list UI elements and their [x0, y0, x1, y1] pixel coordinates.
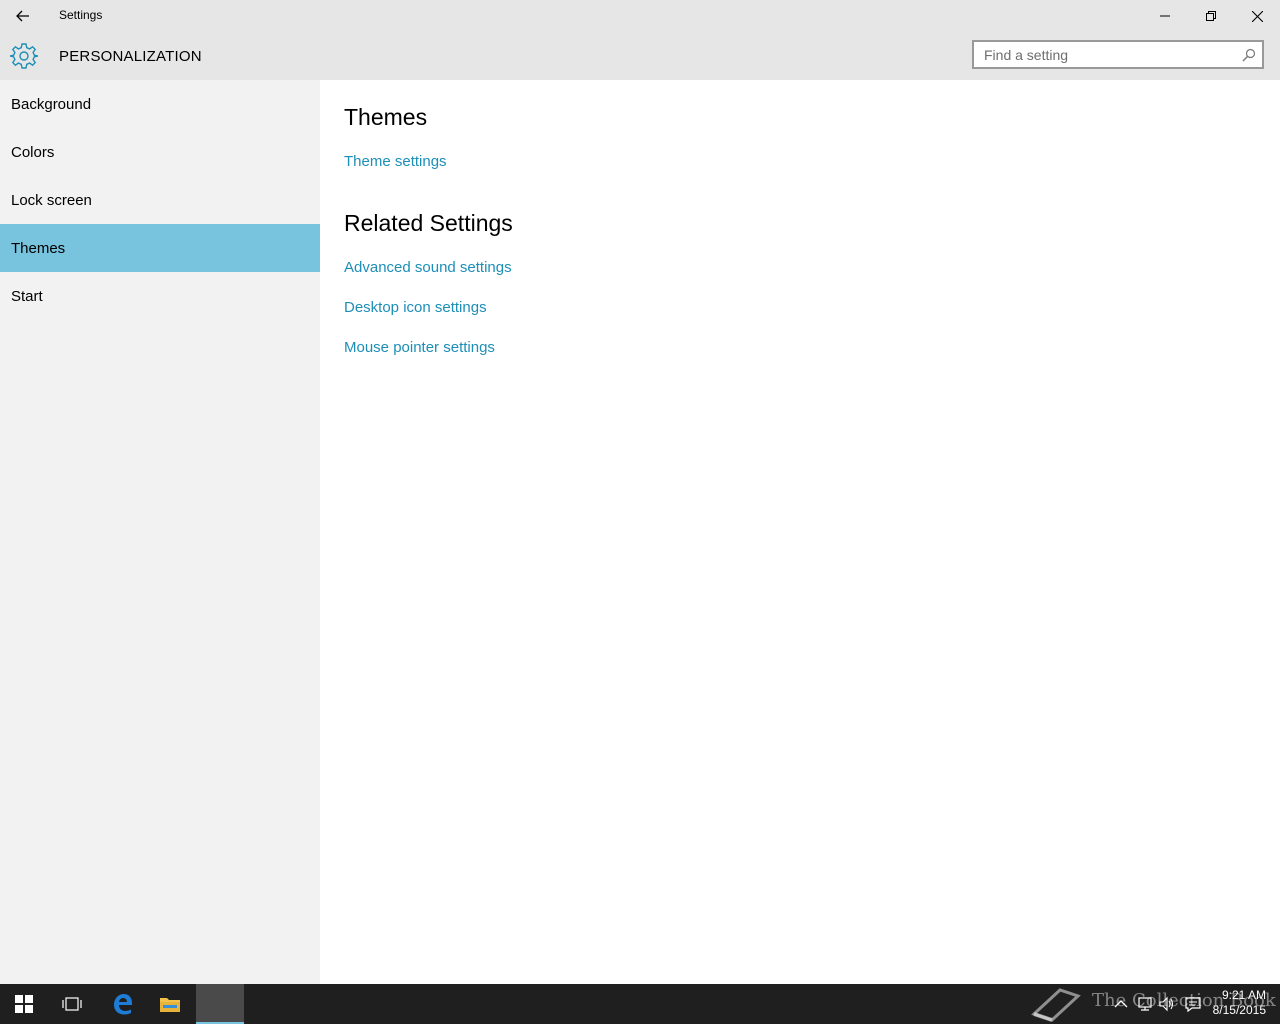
book-icon [1031, 988, 1081, 1022]
clock[interactable]: 9:21 AM 8/15/2015 [1213, 988, 1266, 1018]
theme-settings-link[interactable]: Theme settings [344, 153, 447, 170]
network-icon[interactable] [1136, 995, 1154, 1013]
sidebar-item-colors[interactable]: Colors [0, 128, 320, 176]
chevron-up-icon[interactable] [1112, 995, 1130, 1013]
minimize-icon [1160, 15, 1170, 17]
page-header: PERSONALIZATION [0, 32, 1280, 80]
main-content: Themes Theme settings Related Settings A… [320, 80, 1280, 984]
sidebar-item-label: Start [11, 287, 43, 305]
search-box [972, 40, 1264, 69]
sidebar-item-label: Colors [11, 143, 55, 161]
sidebar-item-lock-screen[interactable]: Lock screen [0, 176, 320, 224]
start-icon [15, 995, 33, 1013]
edge-icon [114, 994, 132, 1015]
restore-button[interactable] [1188, 0, 1234, 32]
back-arrow-icon [16, 10, 29, 22]
sidebar-item-background[interactable]: Background [0, 80, 320, 128]
sidebar: Background Colors Lock screen Themes Sta… [0, 80, 320, 984]
desktop-icon-settings-link[interactable]: Desktop icon settings [344, 299, 487, 316]
taskbar: The Collection Book 9:21 AM 8/15/2015 [0, 984, 1280, 1024]
task-view-icon [62, 997, 82, 1011]
mouse-pointer-settings-link[interactable]: Mouse pointer settings [344, 339, 495, 356]
window-title: Settings [59, 8, 103, 22]
start-button[interactable] [0, 984, 48, 1024]
edge-button[interactable] [98, 984, 146, 1024]
sidebar-item-themes[interactable]: Themes [0, 224, 320, 272]
themes-heading: Themes [344, 104, 428, 130]
back-button[interactable] [0, 0, 46, 32]
search-icon[interactable] [1242, 48, 1256, 62]
clock-time: 9:21 AM [1221, 988, 1266, 1002]
sidebar-item-start[interactable]: Start [0, 272, 320, 320]
file-explorer-icon [160, 998, 180, 1012]
advanced-sound-settings-link[interactable]: Advanced sound settings [344, 259, 512, 276]
settings-taskbar-button[interactable] [196, 984, 244, 1024]
volume-icon[interactable] [1158, 995, 1176, 1013]
sidebar-item-label: Lock screen [11, 191, 92, 209]
minimize-button[interactable] [1142, 0, 1188, 32]
search-input[interactable] [974, 42, 1244, 67]
related-settings-heading: Related Settings [344, 210, 513, 236]
restore-icon [1206, 11, 1216, 21]
gear-icon [10, 43, 38, 69]
close-icon [1251, 10, 1263, 22]
file-explorer-button[interactable] [146, 984, 194, 1024]
sidebar-item-label: Background [11, 95, 92, 113]
action-center-icon[interactable] [1184, 995, 1202, 1013]
title-bar: Settings [0, 0, 1280, 32]
sidebar-item-label: Themes [11, 239, 66, 257]
task-view-button[interactable] [48, 984, 96, 1024]
clock-date: 8/15/2015 [1212, 1003, 1266, 1017]
page-title: PERSONALIZATION [59, 48, 202, 65]
close-button[interactable] [1234, 0, 1280, 32]
